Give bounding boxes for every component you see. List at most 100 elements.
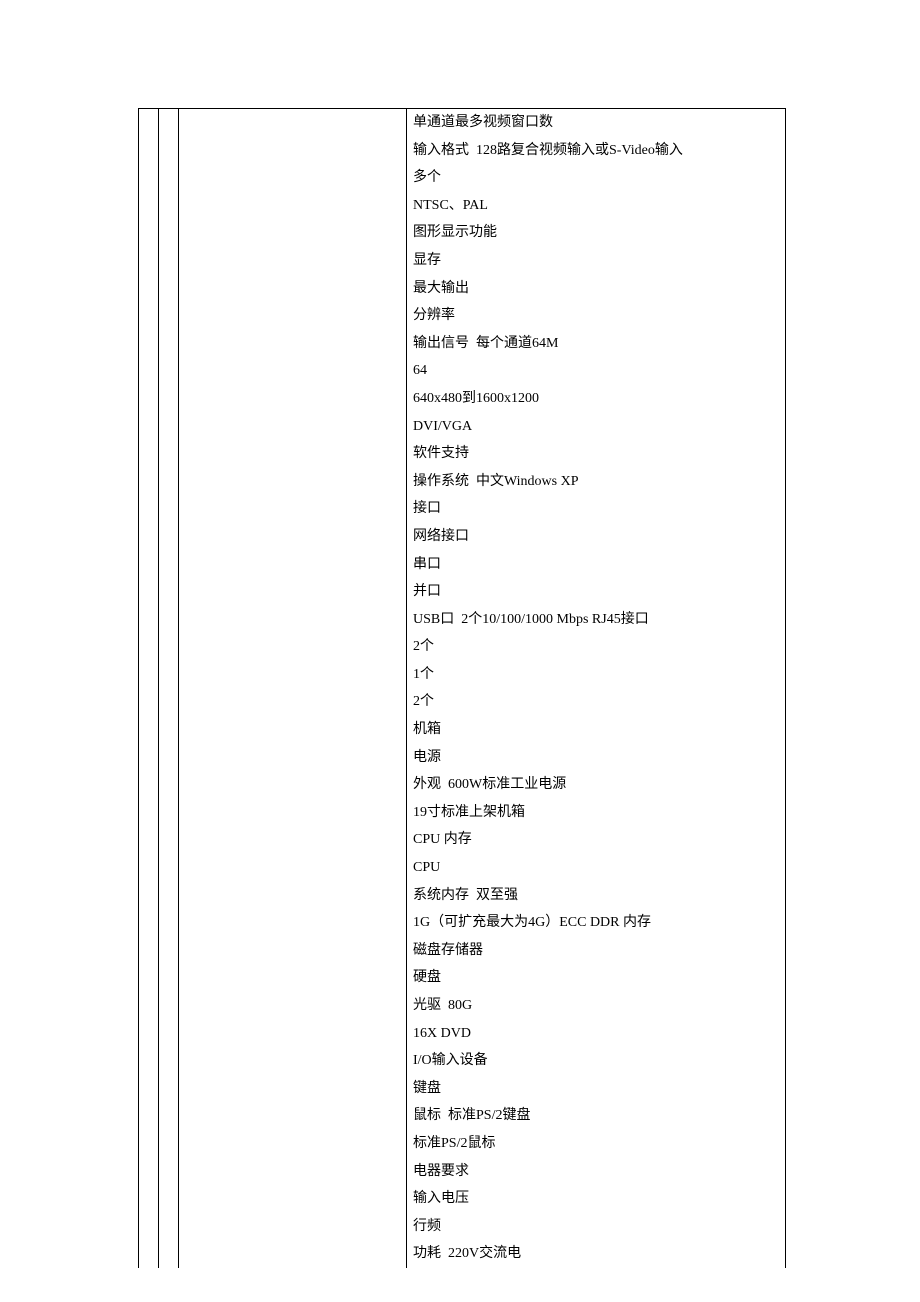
col-3 (179, 1185, 407, 1213)
col-3 (179, 413, 407, 441)
table-row: 最大输出 (139, 275, 785, 303)
col-1 (139, 1158, 159, 1186)
col-2 (159, 1158, 179, 1186)
col-1 (139, 606, 159, 634)
col-1 (139, 523, 159, 551)
col-3 (179, 247, 407, 275)
col-2 (159, 1075, 179, 1103)
col-1 (139, 1130, 159, 1158)
col-1 (139, 854, 159, 882)
col-3 (179, 1047, 407, 1075)
col-3 (179, 826, 407, 854)
spec-text: 16X DVD (407, 1020, 785, 1048)
col-2 (159, 964, 179, 992)
col-2 (159, 826, 179, 854)
col-1 (139, 744, 159, 772)
col-3 (179, 385, 407, 413)
col-1 (139, 1047, 159, 1075)
table-row: 输入电压 (139, 1185, 785, 1213)
table-row: 输入格式 128路复合视频输入或S-Video输入 (139, 137, 785, 165)
spec-text: 硬盘 (407, 964, 785, 992)
spec-text: 并口 (407, 578, 785, 606)
col-2 (159, 661, 179, 689)
col-2 (159, 1130, 179, 1158)
table-row: 16X DVD (139, 1020, 785, 1048)
col-1 (139, 1213, 159, 1241)
col-1 (139, 661, 159, 689)
col-2 (159, 275, 179, 303)
table-row: 软件支持 (139, 440, 785, 468)
spec-text: 输入格式 128路复合视频输入或S-Video输入 (407, 137, 785, 165)
col-3 (179, 716, 407, 744)
col-3 (179, 992, 407, 1020)
col-1 (139, 1020, 159, 1048)
col-1 (139, 247, 159, 275)
col-3 (179, 523, 407, 551)
spec-text: DVI/VGA (407, 413, 785, 441)
table-row: USB口 2个10/100/1000 Mbps RJ45接口 (139, 606, 785, 634)
spec-text: 最大输出 (407, 275, 785, 303)
spec-text: 1G（可扩充最大为4G）ECC DDR 内存 (407, 909, 785, 937)
col-2 (159, 137, 179, 165)
col-2 (159, 302, 179, 330)
col-2 (159, 1213, 179, 1241)
col-2 (159, 385, 179, 413)
table-row: 64 (139, 357, 785, 385)
col-3 (179, 633, 407, 661)
col-2 (159, 440, 179, 468)
col-3 (179, 330, 407, 358)
col-1 (139, 578, 159, 606)
table-row: 操作系统 中文Windows XP (139, 468, 785, 496)
col-3 (179, 1158, 407, 1186)
table-row: 分辨率 (139, 302, 785, 330)
col-2 (159, 909, 179, 937)
col-1 (139, 1240, 159, 1268)
spec-text: 标准PS/2鼠标 (407, 1130, 785, 1158)
col-1 (139, 1185, 159, 1213)
col-2 (159, 413, 179, 441)
col-3 (179, 219, 407, 247)
spec-text: 网络接口 (407, 523, 785, 551)
col-3 (179, 1213, 407, 1241)
col-1 (139, 909, 159, 937)
col-1 (139, 688, 159, 716)
col-2 (159, 357, 179, 385)
spec-text: 串口 (407, 551, 785, 579)
table-row: CPU 内存 (139, 826, 785, 854)
col-1 (139, 771, 159, 799)
col-2 (159, 330, 179, 358)
table-row: 640x480到1600x1200 (139, 385, 785, 413)
col-3 (179, 1240, 407, 1268)
col-2 (159, 247, 179, 275)
col-1 (139, 1075, 159, 1103)
col-3 (179, 275, 407, 303)
spec-text: 19寸标准上架机箱 (407, 799, 785, 827)
spec-text: 图形显示功能 (407, 219, 785, 247)
col-2 (159, 799, 179, 827)
col-2 (159, 551, 179, 579)
col-1 (139, 330, 159, 358)
spec-text: 软件支持 (407, 440, 785, 468)
col-2 (159, 219, 179, 247)
col-3 (179, 495, 407, 523)
table-row: 硬盘 (139, 964, 785, 992)
col-3 (179, 164, 407, 192)
col-2 (159, 1020, 179, 1048)
table-row: 串口 (139, 551, 785, 579)
table-row: 网络接口 (139, 523, 785, 551)
col-2 (159, 771, 179, 799)
col-2 (159, 882, 179, 910)
table-row: 图形显示功能 (139, 219, 785, 247)
spec-text: 鼠标 标准PS/2键盘 (407, 1102, 785, 1130)
spec-text: 1个 (407, 661, 785, 689)
col-3 (179, 661, 407, 689)
col-2 (159, 192, 179, 220)
col-2 (159, 1185, 179, 1213)
col-1 (139, 964, 159, 992)
table-row: 电器要求 (139, 1158, 785, 1186)
col-3 (179, 440, 407, 468)
col-1 (139, 992, 159, 1020)
col-1 (139, 192, 159, 220)
col-1 (139, 385, 159, 413)
spec-text: 操作系统 中文Windows XP (407, 468, 785, 496)
